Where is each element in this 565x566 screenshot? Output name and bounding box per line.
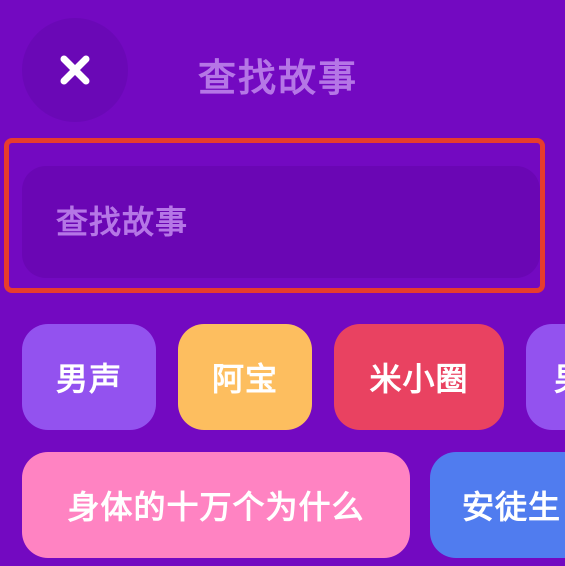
search-screen: 查找故事 男声 阿宝 米小圈 男 身体的十万个为什么 安徒生 bbox=[0, 0, 565, 566]
tag-chip-label: 男 bbox=[554, 354, 565, 400]
tag-chip-andersen[interactable]: 安徒生 bbox=[430, 452, 565, 558]
tag-chip-label: 男声 bbox=[55, 360, 122, 398]
search-field[interactable] bbox=[22, 166, 540, 278]
close-button[interactable] bbox=[22, 18, 128, 122]
close-x-icon bbox=[60, 55, 90, 85]
tag-chip-partial[interactable]: 男 bbox=[526, 324, 565, 430]
tag-chip-label: 阿宝 bbox=[211, 360, 278, 398]
tag-chip-label: 安徒生 bbox=[462, 488, 562, 526]
search-input[interactable] bbox=[54, 202, 540, 242]
tag-chip-abao[interactable]: 阿宝 bbox=[178, 324, 312, 430]
tag-chip-male-voice[interactable]: 男声 bbox=[22, 324, 156, 430]
tag-chip-label: 米小圈 bbox=[369, 360, 469, 398]
page-title: 查找故事 bbox=[198, 56, 359, 100]
tag-chip-mixiaoquan[interactable]: 米小圈 bbox=[334, 324, 504, 430]
tag-chip-body-why[interactable]: 身体的十万个为什么 bbox=[22, 452, 410, 558]
tag-chip-label: 身体的十万个为什么 bbox=[67, 488, 365, 526]
